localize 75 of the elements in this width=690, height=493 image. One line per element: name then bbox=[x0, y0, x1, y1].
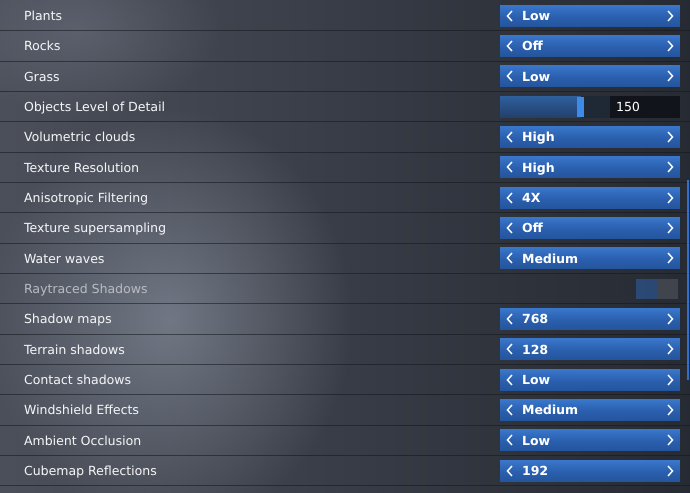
chevron-right-icon[interactable] bbox=[666, 312, 674, 325]
chevron-right-icon[interactable] bbox=[666, 222, 674, 234]
selector-value: High bbox=[522, 129, 556, 144]
chevron-right-icon[interactable] bbox=[666, 130, 674, 143]
setting-label: Water waves bbox=[24, 250, 104, 266]
selector-value: Medium bbox=[522, 250, 580, 266]
chevron-left-icon[interactable] bbox=[506, 252, 514, 264]
chevron-right-icon[interactable] bbox=[666, 10, 674, 22]
selector-value: Off bbox=[522, 220, 544, 236]
option-selector[interactable]: 128 bbox=[500, 338, 680, 360]
chevron-right-icon[interactable] bbox=[666, 70, 674, 82]
chevron-left-icon[interactable] bbox=[506, 130, 514, 143]
chevron-left-icon[interactable] bbox=[506, 464, 514, 477]
selector-value: 4X bbox=[522, 190, 542, 206]
slider-value-field[interactable]: 150 bbox=[610, 96, 680, 118]
selector-value: 768 bbox=[522, 311, 550, 326]
chevron-right-icon[interactable] bbox=[666, 161, 674, 174]
chevron-right-icon[interactable] bbox=[666, 343, 674, 356]
selector-value: Off bbox=[522, 38, 544, 54]
option-selector[interactable]: High bbox=[500, 156, 680, 178]
setting-label: Objects Level of Detail bbox=[24, 99, 166, 114]
chevron-right-icon[interactable] bbox=[666, 40, 674, 52]
option-selector[interactable]: High bbox=[500, 126, 680, 148]
setting-label: Anisotropic Filtering bbox=[24, 190, 148, 206]
option-selector[interactable]: Low bbox=[500, 65, 680, 88]
option-selector[interactable]: Medium bbox=[500, 398, 680, 421]
option-selector[interactable]: 4X bbox=[500, 186, 680, 209]
chevron-left-icon[interactable] bbox=[506, 374, 514, 386]
setting-label: Texture supersampling bbox=[24, 220, 166, 236]
chevron-right-icon[interactable] bbox=[666, 434, 674, 446]
chevron-right-icon[interactable] bbox=[666, 404, 674, 416]
chevron-right-icon[interactable] bbox=[666, 192, 674, 204]
setting-label: Contact shadows bbox=[24, 372, 132, 388]
selector-value: Low bbox=[522, 372, 552, 388]
chevron-right-icon[interactable] bbox=[666, 464, 674, 477]
chevron-left-icon[interactable] bbox=[506, 434, 514, 446]
option-selector[interactable]: 192 bbox=[500, 460, 680, 482]
selector-value: Low bbox=[522, 8, 552, 24]
chevron-right-icon[interactable] bbox=[666, 374, 674, 386]
option-selector[interactable]: Off bbox=[500, 34, 680, 57]
setting-label: Texture Resolution bbox=[24, 160, 140, 175]
selector-value: 192 bbox=[522, 463, 550, 478]
setting-label: Windshield Effects bbox=[24, 402, 139, 418]
option-selector[interactable]: Low bbox=[500, 429, 680, 452]
chevron-left-icon[interactable] bbox=[506, 161, 514, 174]
setting-label: Ambient Occlusion bbox=[24, 432, 142, 448]
setting-label: Plants bbox=[24, 8, 62, 24]
chevron-left-icon[interactable] bbox=[506, 70, 514, 82]
setting-label: Terrain shadows bbox=[24, 342, 125, 357]
chevron-left-icon[interactable] bbox=[506, 404, 514, 416]
chevron-right-icon[interactable] bbox=[666, 252, 674, 264]
slider-thumb[interactable] bbox=[577, 96, 584, 117]
chevron-left-icon[interactable] bbox=[506, 192, 514, 204]
chevron-left-icon[interactable] bbox=[506, 40, 514, 52]
setting-label: Grass bbox=[24, 68, 60, 84]
selector-value: High bbox=[522, 160, 556, 175]
scrollbar[interactable] bbox=[687, 180, 689, 380]
option-selector[interactable]: Medium bbox=[500, 247, 680, 270]
selector-value: Low bbox=[522, 68, 552, 84]
setting-label: Shadow maps bbox=[24, 311, 112, 326]
selector-value: 128 bbox=[522, 342, 550, 357]
option-selector[interactable]: Low bbox=[500, 4, 680, 27]
chevron-left-icon[interactable] bbox=[506, 10, 514, 22]
setting-label: Rocks bbox=[24, 38, 60, 54]
option-selector[interactable]: Off bbox=[500, 216, 680, 239]
chevron-left-icon[interactable] bbox=[506, 343, 514, 356]
setting-label: Volumetric clouds bbox=[24, 129, 136, 144]
setting-label: Raytraced Shadows bbox=[24, 281, 148, 296]
setting-label: Cubemap Reflections bbox=[24, 463, 157, 478]
chevron-left-icon[interactable] bbox=[506, 222, 514, 234]
chevron-left-icon[interactable] bbox=[506, 312, 514, 325]
option-selector[interactable]: 768 bbox=[500, 308, 680, 330]
selector-value: Medium bbox=[522, 402, 580, 418]
selector-value: Low bbox=[522, 432, 552, 448]
option-selector[interactable]: Low bbox=[500, 368, 680, 391]
